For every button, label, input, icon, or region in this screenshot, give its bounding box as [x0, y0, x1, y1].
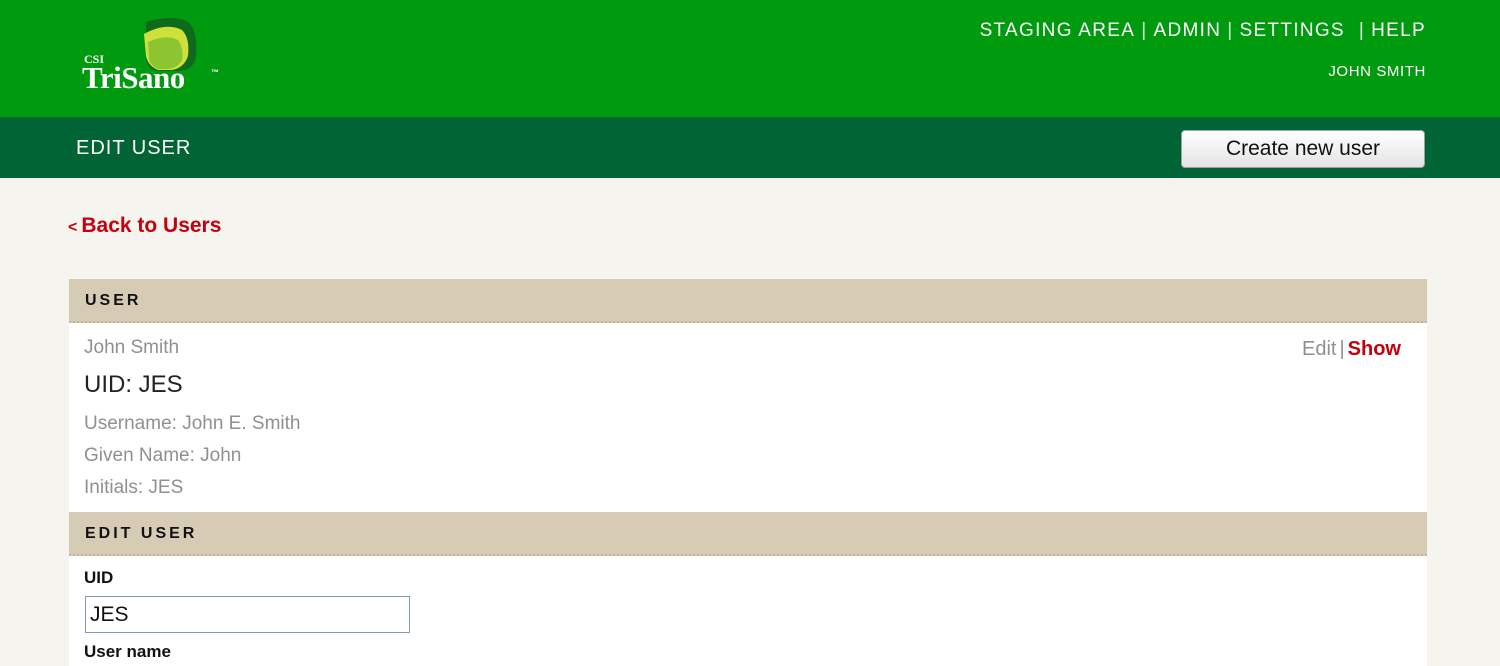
- back-arrow-icon: <: [68, 219, 78, 236]
- user-section-header: USER: [69, 279, 1427, 323]
- current-user-name[interactable]: JOHN SMITH: [1328, 63, 1426, 80]
- nav-separator: |: [1227, 20, 1234, 41]
- nav-separator: |: [1358, 20, 1366, 41]
- logo-trademark: ™: [211, 68, 219, 77]
- nav-help[interactable]: HELP: [1371, 20, 1426, 41]
- nav-separator: |: [1141, 20, 1148, 41]
- uid-label: UID: [84, 568, 114, 587]
- top-header: CSI TriSano ™ STAGING AREA | ADMIN | SETTING…: [0, 0, 1500, 117]
- show-link[interactable]: Show: [1348, 338, 1401, 360]
- logo-name: TriSano: [82, 60, 185, 95]
- nav-staging-area[interactable]: STAGING AREA: [980, 20, 1136, 41]
- create-new-user-button[interactable]: Create new user: [1181, 130, 1425, 168]
- user-panel: USER John Smith Edit | Show UID: JES Usern…: [69, 279, 1427, 666]
- username-label: User name: [84, 642, 171, 661]
- edit-user-section-header: EDIT USER: [69, 512, 1427, 556]
- user-initials: Initials: JES: [84, 477, 184, 498]
- user-section-title: USER: [85, 292, 142, 309]
- top-navigation: STAGING AREA | ADMIN | SETTINGS | HELP: [980, 20, 1426, 42]
- edit-user-section-title: EDIT USER: [85, 525, 198, 542]
- user-username: Username: John E. Smith: [84, 413, 301, 434]
- trisano-logo[interactable]: CSI TriSano ™: [82, 16, 232, 100]
- user-uid: UID: JES: [84, 371, 183, 398]
- back-link-label: Back to Users: [81, 214, 222, 237]
- toggle-separator: |: [1339, 338, 1345, 360]
- user-given-name: Given Name: John: [84, 445, 242, 466]
- page-title-bar: EDIT USER Create new user: [0, 117, 1500, 178]
- back-to-users-link[interactable]: < Back to Users: [68, 214, 221, 238]
- nav-settings[interactable]: SETTINGS: [1239, 20, 1344, 41]
- user-full-name: John Smith: [84, 337, 180, 358]
- edit-link[interactable]: Edit: [1302, 338, 1336, 360]
- uid-input[interactable]: [85, 596, 410, 633]
- page-title: EDIT USER: [76, 137, 192, 159]
- edit-show-toggle: Edit | Show: [1302, 338, 1401, 361]
- nav-admin[interactable]: ADMIN: [1154, 20, 1222, 41]
